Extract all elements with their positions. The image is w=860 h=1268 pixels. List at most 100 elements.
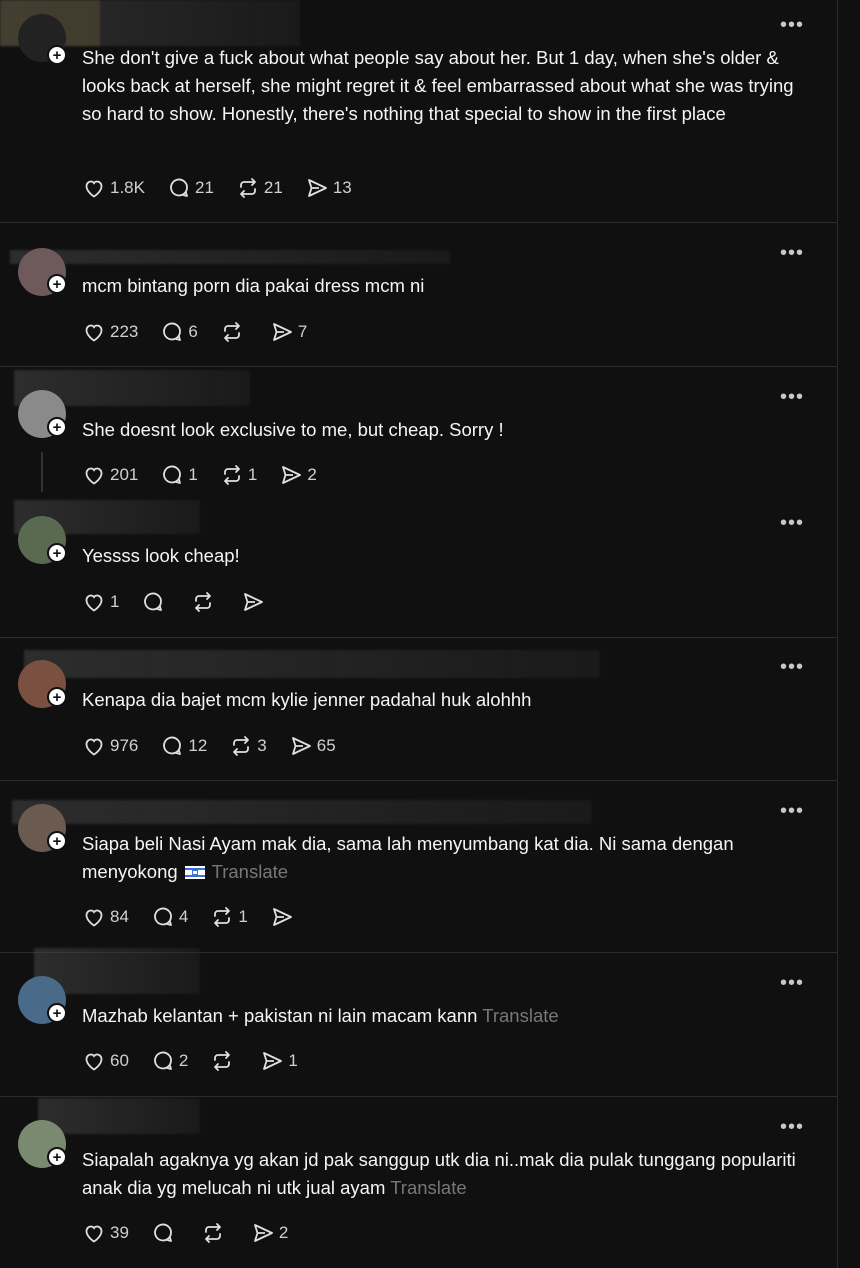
heart-icon bbox=[85, 909, 103, 927]
share-button[interactable]: 13 bbox=[305, 176, 352, 200]
repost-button[interactable] bbox=[220, 320, 248, 344]
like-button[interactable]: 39 bbox=[82, 1221, 129, 1245]
reply-icon bbox=[154, 1051, 172, 1070]
share-button[interactable]: 1 bbox=[260, 1049, 298, 1073]
follow-plus-icon[interactable]: + bbox=[47, 417, 67, 437]
post-text: Yessss look cheap! bbox=[82, 545, 240, 566]
heart-icon bbox=[85, 467, 103, 485]
share-button[interactable] bbox=[270, 905, 298, 929]
post-actions: 976 12 3 65 bbox=[82, 734, 358, 758]
redacted-username bbox=[12, 800, 592, 824]
heart-icon bbox=[85, 594, 103, 612]
repost-icon bbox=[223, 322, 240, 342]
post-text: Kenapa dia bajet mcm kylie jenner padaha… bbox=[82, 689, 532, 710]
reply-count: 1 bbox=[188, 465, 198, 484]
replies-feed: + ••• She don't give a fuck about what p… bbox=[0, 0, 838, 1268]
repost-icon bbox=[214, 1051, 231, 1071]
like-button[interactable]: 1 bbox=[82, 590, 119, 614]
reply-icon bbox=[163, 465, 182, 484]
reply-button[interactable]: 21 bbox=[167, 176, 214, 200]
more-options-button[interactable]: ••• bbox=[780, 15, 804, 35]
divider bbox=[0, 222, 838, 223]
flag-icon bbox=[184, 866, 205, 879]
like-count: 84 bbox=[110, 907, 129, 926]
like-button[interactable]: 976 bbox=[82, 734, 138, 758]
post-actions: 223 6 7 bbox=[82, 320, 329, 344]
share-button[interactable]: 65 bbox=[289, 734, 336, 758]
more-options-button[interactable]: ••• bbox=[780, 801, 804, 821]
divider bbox=[0, 366, 838, 367]
reply-count: 21 bbox=[194, 178, 214, 197]
repost-button[interactable]: 1 bbox=[220, 463, 257, 487]
thread-line bbox=[41, 452, 43, 492]
reply-button[interactable] bbox=[151, 1221, 179, 1245]
repost-button[interactable] bbox=[191, 590, 219, 614]
heart-icon bbox=[85, 180, 103, 198]
more-options-button[interactable]: ••• bbox=[780, 243, 804, 263]
like-button[interactable]: 223 bbox=[82, 320, 138, 344]
more-options-button[interactable]: ••• bbox=[780, 387, 804, 407]
reply-button[interactable] bbox=[141, 590, 169, 614]
share-button[interactable]: 2 bbox=[251, 1221, 288, 1245]
follow-plus-icon[interactable]: + bbox=[47, 45, 67, 65]
redacted-username bbox=[10, 250, 450, 264]
post-actions: 60 2 1 bbox=[82, 1049, 320, 1073]
post-text: Mazhab kelantan + pakistan ni lain macam… bbox=[82, 1002, 802, 1030]
reply-icon bbox=[144, 592, 163, 611]
like-button[interactable]: 60 bbox=[82, 1049, 129, 1073]
translate-link[interactable]: Translate bbox=[390, 1177, 466, 1198]
follow-plus-icon[interactable]: + bbox=[47, 831, 67, 851]
reply-button[interactable]: 2 bbox=[151, 1049, 188, 1073]
more-options-button[interactable]: ••• bbox=[780, 513, 804, 533]
post-text: She don't give a fuck about what people … bbox=[82, 47, 794, 124]
heart-icon bbox=[85, 738, 103, 756]
reply-button[interactable]: 1 bbox=[160, 463, 198, 487]
follow-plus-icon[interactable]: + bbox=[47, 1003, 67, 1023]
reply-button[interactable]: 6 bbox=[160, 320, 198, 344]
repost-icon bbox=[223, 465, 240, 485]
more-options-button[interactable]: ••• bbox=[780, 657, 804, 677]
share-icon bbox=[282, 466, 302, 484]
more-options-button[interactable]: ••• bbox=[780, 973, 804, 993]
repost-button[interactable]: 3 bbox=[229, 734, 267, 758]
repost-button[interactable] bbox=[201, 1221, 229, 1245]
like-count: 223 bbox=[110, 322, 139, 341]
redacted-username bbox=[24, 650, 600, 678]
share-count: 2 bbox=[278, 1223, 289, 1242]
follow-plus-icon[interactable]: + bbox=[47, 274, 67, 294]
like-count: 60 bbox=[110, 1051, 129, 1070]
share-button[interactable] bbox=[241, 590, 269, 614]
reply-count: 4 bbox=[178, 907, 189, 926]
post-text: Siapalah agaknya yg akan jd pak sanggup … bbox=[82, 1146, 802, 1202]
share-icon bbox=[254, 1224, 273, 1242]
more-options-button[interactable]: ••• bbox=[780, 1117, 804, 1137]
share-count: 7 bbox=[297, 322, 308, 341]
column-border bbox=[837, 0, 838, 1268]
repost-button[interactable]: 21 bbox=[236, 176, 283, 200]
reply-icon bbox=[170, 178, 188, 197]
post-text-body: Mazhab kelantan + pakistan ni lain macam… bbox=[82, 1005, 478, 1026]
follow-plus-icon[interactable]: + bbox=[47, 543, 67, 563]
like-count: 201 bbox=[110, 465, 139, 484]
like-count: 1 bbox=[110, 592, 120, 611]
reply-count: 6 bbox=[188, 322, 198, 341]
share-button[interactable]: 7 bbox=[270, 320, 307, 344]
repost-icon bbox=[195, 592, 212, 612]
follow-plus-icon[interactable]: + bbox=[47, 687, 67, 707]
follow-plus-icon[interactable]: + bbox=[47, 1147, 67, 1167]
like-button[interactable]: 84 bbox=[82, 905, 129, 929]
post-actions: 84 4 1 bbox=[82, 905, 320, 929]
share-icon bbox=[244, 593, 264, 611]
translate-link[interactable]: Translate bbox=[482, 1005, 558, 1026]
share-button[interactable]: 2 bbox=[279, 463, 317, 487]
like-button[interactable]: 1.8K bbox=[82, 176, 145, 200]
post-actions: 201 1 1 2 bbox=[82, 463, 339, 487]
repost-button[interactable] bbox=[210, 1049, 238, 1073]
reply-button[interactable]: 4 bbox=[151, 905, 188, 929]
reply-button[interactable]: 12 bbox=[160, 734, 207, 758]
translate-link[interactable]: Translate bbox=[212, 861, 288, 882]
like-button[interactable]: 201 bbox=[82, 463, 138, 487]
heart-icon bbox=[85, 1225, 103, 1243]
repost-button[interactable]: 1 bbox=[210, 905, 248, 929]
heart-icon bbox=[85, 1053, 103, 1071]
